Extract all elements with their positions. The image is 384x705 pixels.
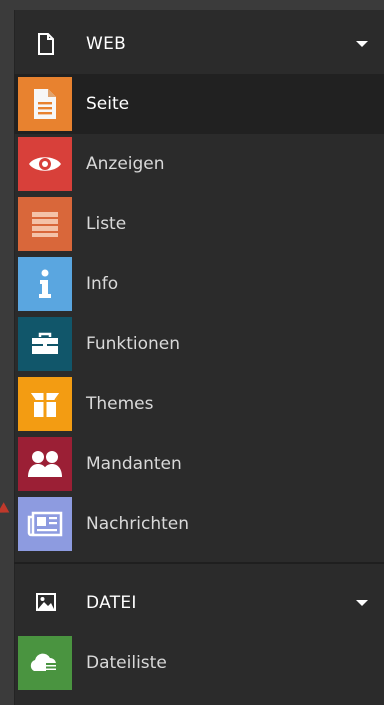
sidebar-item-label: Dateiliste — [86, 653, 167, 673]
sidebar-item-anzeigen[interactable]: Anzeigen — [14, 134, 384, 194]
toolbox-icon — [18, 317, 72, 371]
section-divider — [14, 562, 384, 564]
sidebar-item-label: Seite — [86, 94, 130, 114]
package-icon — [18, 377, 72, 431]
sidebar-item-label: Info — [86, 274, 119, 294]
sidebar-item-info[interactable]: Info — [14, 254, 384, 314]
chevron-down-icon[interactable] — [356, 600, 368, 606]
users-icon — [18, 437, 72, 491]
section-header-web[interactable]: WEB — [14, 14, 384, 74]
cloud-list-icon — [18, 636, 72, 690]
sidebar-item-label: Mandanten — [86, 454, 182, 474]
sidebar-item-liste[interactable]: Liste — [14, 194, 384, 254]
sidebar-item-label: Funktionen — [86, 334, 181, 354]
sidebar-item-themes[interactable]: Themes — [14, 374, 384, 434]
sidebar-item-mandanten[interactable]: Mandanten — [14, 434, 384, 494]
eye-icon — [18, 137, 72, 191]
sidebar-item-funktionen[interactable]: Funktionen — [14, 314, 384, 374]
section-header-datei[interactable]: DATEI — [14, 573, 384, 633]
info-icon — [18, 257, 72, 311]
sidebar-menu: WEB Seite Anzeigen Liste Info Funktionen… — [14, 10, 384, 705]
section-title-web: WEB — [86, 34, 127, 54]
sidebar-item-label: Nachrichten — [86, 514, 189, 534]
file-icon — [34, 32, 58, 56]
left-strip — [0, 0, 14, 705]
newspaper-icon — [18, 497, 72, 551]
list-icon — [18, 197, 72, 251]
chevron-down-icon[interactable] — [356, 41, 368, 47]
image-icon — [34, 591, 58, 615]
sidebar-item-label: Liste — [86, 214, 127, 234]
sidebar-item-label: Themes — [86, 394, 154, 414]
sidebar-item-nachrichten[interactable]: Nachrichten — [14, 494, 384, 554]
top-strip — [0, 0, 384, 10]
section-title-datei: DATEI — [86, 593, 137, 613]
sidebar-item-label: Anzeigen — [86, 154, 165, 174]
document-icon — [18, 77, 72, 131]
sidebar-item-seite[interactable]: Seite — [14, 74, 384, 134]
sidebar-item-dateiliste[interactable]: Dateiliste — [14, 633, 384, 693]
